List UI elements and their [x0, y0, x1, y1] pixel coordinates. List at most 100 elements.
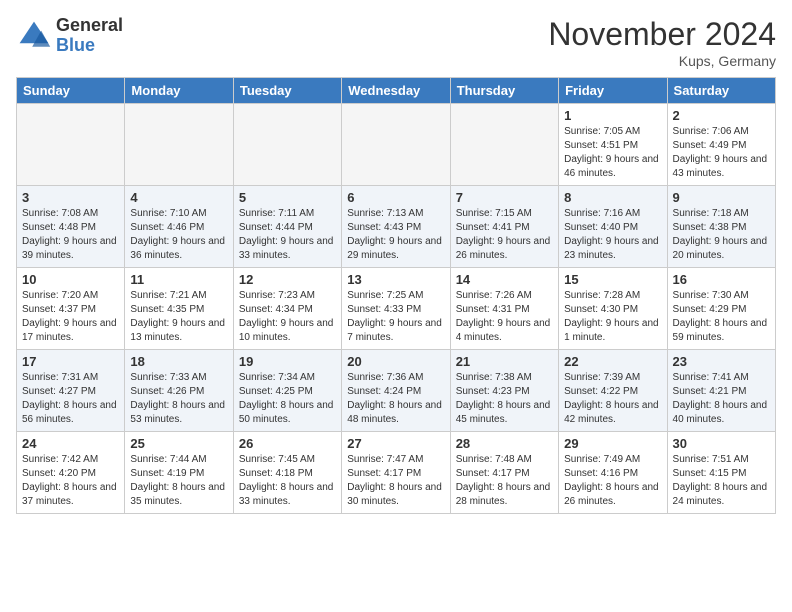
day-number: 24: [22, 436, 119, 451]
day-number: 30: [673, 436, 770, 451]
day-number: 6: [347, 190, 444, 205]
page-header: General Blue November 2024 Kups, Germany: [16, 16, 776, 69]
day-info: Sunrise: 7:30 AM Sunset: 4:29 PM Dayligh…: [673, 289, 770, 345]
calendar-cell: [342, 104, 450, 186]
day-number: 1: [564, 108, 661, 123]
day-number: 26: [239, 436, 336, 451]
day-info: Sunrise: 7:08 AM Sunset: 4:48 PM Dayligh…: [22, 207, 119, 263]
day-number: 27: [347, 436, 444, 451]
day-info: Sunrise: 7:05 AM Sunset: 4:51 PM Dayligh…: [564, 125, 661, 181]
calendar-header-thursday: Thursday: [450, 78, 558, 104]
day-info: Sunrise: 7:45 AM Sunset: 4:18 PM Dayligh…: [239, 453, 336, 509]
calendar-cell: 25 Sunrise: 7:44 AM Sunset: 4:19 PM Dayli…: [125, 432, 233, 514]
calendar-cell: 11 Sunrise: 7:21 AM Sunset: 4:35 PM Dayli…: [125, 268, 233, 350]
day-number: 2: [673, 108, 770, 123]
day-number: 19: [239, 354, 336, 369]
day-number: 21: [456, 354, 553, 369]
day-info: Sunrise: 7:25 AM Sunset: 4:33 PM Dayligh…: [347, 289, 444, 345]
calendar-cell: 23 Sunrise: 7:41 AM Sunset: 4:21 PM Dayli…: [667, 350, 775, 432]
day-info: Sunrise: 7:11 AM Sunset: 4:44 PM Dayligh…: [239, 207, 336, 263]
day-number: 13: [347, 272, 444, 287]
day-info: Sunrise: 7:33 AM Sunset: 4:26 PM Dayligh…: [130, 371, 227, 427]
calendar-week-row: 24 Sunrise: 7:42 AM Sunset: 4:20 PM Dayli…: [17, 432, 776, 514]
day-info: Sunrise: 7:49 AM Sunset: 4:16 PM Dayligh…: [564, 453, 661, 509]
day-info: Sunrise: 7:26 AM Sunset: 4:31 PM Dayligh…: [456, 289, 553, 345]
day-info: Sunrise: 7:21 AM Sunset: 4:35 PM Dayligh…: [130, 289, 227, 345]
day-number: 14: [456, 272, 553, 287]
day-number: 29: [564, 436, 661, 451]
calendar-cell: 16 Sunrise: 7:30 AM Sunset: 4:29 PM Dayli…: [667, 268, 775, 350]
logo-blue-text: Blue: [56, 36, 123, 56]
day-number: 8: [564, 190, 661, 205]
day-info: Sunrise: 7:36 AM Sunset: 4:24 PM Dayligh…: [347, 371, 444, 427]
calendar-cell: 2 Sunrise: 7:06 AM Sunset: 4:49 PM Daylig…: [667, 104, 775, 186]
logo: General Blue: [16, 16, 123, 56]
day-number: 15: [564, 272, 661, 287]
day-number: 7: [456, 190, 553, 205]
calendar-cell: [17, 104, 125, 186]
calendar-cell: 3Sunrise: 7:08 AM Sunset: 4:48 PM Daylig…: [17, 186, 125, 268]
calendar-cell: [125, 104, 233, 186]
day-info: Sunrise: 7:10 AM Sunset: 4:46 PM Dayligh…: [130, 207, 227, 263]
day-info: Sunrise: 7:38 AM Sunset: 4:23 PM Dayligh…: [456, 371, 553, 427]
day-info: Sunrise: 7:16 AM Sunset: 4:40 PM Dayligh…: [564, 207, 661, 263]
calendar-cell: 12 Sunrise: 7:23 AM Sunset: 4:34 PM Dayli…: [233, 268, 341, 350]
location: Kups, Germany: [548, 53, 776, 69]
calendar-cell: 9Sunrise: 7:18 AM Sunset: 4:38 PM Daylig…: [667, 186, 775, 268]
calendar-cell: 6 Sunrise: 7:13 AM Sunset: 4:43 PM Daylig…: [342, 186, 450, 268]
day-info: Sunrise: 7:47 AM Sunset: 4:17 PM Dayligh…: [347, 453, 444, 509]
day-info: Sunrise: 7:31 AM Sunset: 4:27 PM Dayligh…: [22, 371, 119, 427]
calendar-cell: 29 Sunrise: 7:49 AM Sunset: 4:16 PM Dayli…: [559, 432, 667, 514]
day-number: 17: [22, 354, 119, 369]
month-title: November 2024: [548, 16, 776, 53]
day-info: Sunrise: 7:13 AM Sunset: 4:43 PM Dayligh…: [347, 207, 444, 263]
day-number: 11: [130, 272, 227, 287]
day-info: Sunrise: 7:41 AM Sunset: 4:21 PM Dayligh…: [673, 371, 770, 427]
calendar-week-row: 10 Sunrise: 7:20 AM Sunset: 4:37 PM Dayli…: [17, 268, 776, 350]
calendar-header-friday: Friday: [559, 78, 667, 104]
calendar-cell: [233, 104, 341, 186]
day-info: Sunrise: 7:34 AM Sunset: 4:25 PM Dayligh…: [239, 371, 336, 427]
calendar-header-wednesday: Wednesday: [342, 78, 450, 104]
calendar-cell: 14 Sunrise: 7:26 AM Sunset: 4:31 PM Dayli…: [450, 268, 558, 350]
day-number: 25: [130, 436, 227, 451]
day-number: 28: [456, 436, 553, 451]
day-number: 4: [130, 190, 227, 205]
calendar-cell: 22Sunrise: 7:39 AM Sunset: 4:22 PM Dayli…: [559, 350, 667, 432]
calendar-cell: 21 Sunrise: 7:38 AM Sunset: 4:23 PM Dayli…: [450, 350, 558, 432]
calendar-cell: 20 Sunrise: 7:36 AM Sunset: 4:24 PM Dayli…: [342, 350, 450, 432]
day-info: Sunrise: 7:44 AM Sunset: 4:19 PM Dayligh…: [130, 453, 227, 509]
calendar-cell: 19 Sunrise: 7:34 AM Sunset: 4:25 PM Dayli…: [233, 350, 341, 432]
day-number: 23: [673, 354, 770, 369]
calendar-cell: 18 Sunrise: 7:33 AM Sunset: 4:26 PM Dayli…: [125, 350, 233, 432]
day-number: 16: [673, 272, 770, 287]
day-number: 20: [347, 354, 444, 369]
calendar-cell: 17 Sunrise: 7:31 AM Sunset: 4:27 PM Dayli…: [17, 350, 125, 432]
calendar-cell: 4 Sunrise: 7:10 AM Sunset: 4:46 PM Daylig…: [125, 186, 233, 268]
calendar-week-row: 17 Sunrise: 7:31 AM Sunset: 4:27 PM Dayli…: [17, 350, 776, 432]
calendar-week-row: 1 Sunrise: 7:05 AM Sunset: 4:51 PM Daylig…: [17, 104, 776, 186]
day-info: Sunrise: 7:42 AM Sunset: 4:20 PM Dayligh…: [22, 453, 119, 509]
day-number: 18: [130, 354, 227, 369]
day-info: Sunrise: 7:06 AM Sunset: 4:49 PM Dayligh…: [673, 125, 770, 181]
day-number: 10: [22, 272, 119, 287]
calendar-cell: 1 Sunrise: 7:05 AM Sunset: 4:51 PM Daylig…: [559, 104, 667, 186]
day-number: 12: [239, 272, 336, 287]
calendar-header-row: SundayMondayTuesdayWednesdayThursdayFrid…: [17, 78, 776, 104]
calendar-cell: 5 Sunrise: 7:11 AM Sunset: 4:44 PM Daylig…: [233, 186, 341, 268]
calendar-header-tuesday: Tuesday: [233, 78, 341, 104]
calendar-cell: 26 Sunrise: 7:45 AM Sunset: 4:18 PM Dayli…: [233, 432, 341, 514]
day-info: Sunrise: 7:15 AM Sunset: 4:41 PM Dayligh…: [456, 207, 553, 263]
day-info: Sunrise: 7:23 AM Sunset: 4:34 PM Dayligh…: [239, 289, 336, 345]
day-number: 5: [239, 190, 336, 205]
calendar-cell: 10 Sunrise: 7:20 AM Sunset: 4:37 PM Dayli…: [17, 268, 125, 350]
calendar-week-row: 3Sunrise: 7:08 AM Sunset: 4:48 PM Daylig…: [17, 186, 776, 268]
day-info: Sunrise: 7:28 AM Sunset: 4:30 PM Dayligh…: [564, 289, 661, 345]
calendar-cell: 7 Sunrise: 7:15 AM Sunset: 4:41 PM Daylig…: [450, 186, 558, 268]
day-info: Sunrise: 7:39 AM Sunset: 4:22 PM Dayligh…: [564, 371, 661, 427]
day-info: Sunrise: 7:20 AM Sunset: 4:37 PM Dayligh…: [22, 289, 119, 345]
calendar-cell: 30Sunrise: 7:51 AM Sunset: 4:15 PM Dayli…: [667, 432, 775, 514]
day-info: Sunrise: 7:18 AM Sunset: 4:38 PM Dayligh…: [673, 207, 770, 263]
calendar-cell: 28Sunrise: 7:48 AM Sunset: 4:17 PM Dayli…: [450, 432, 558, 514]
logo-general-text: General: [56, 16, 123, 36]
